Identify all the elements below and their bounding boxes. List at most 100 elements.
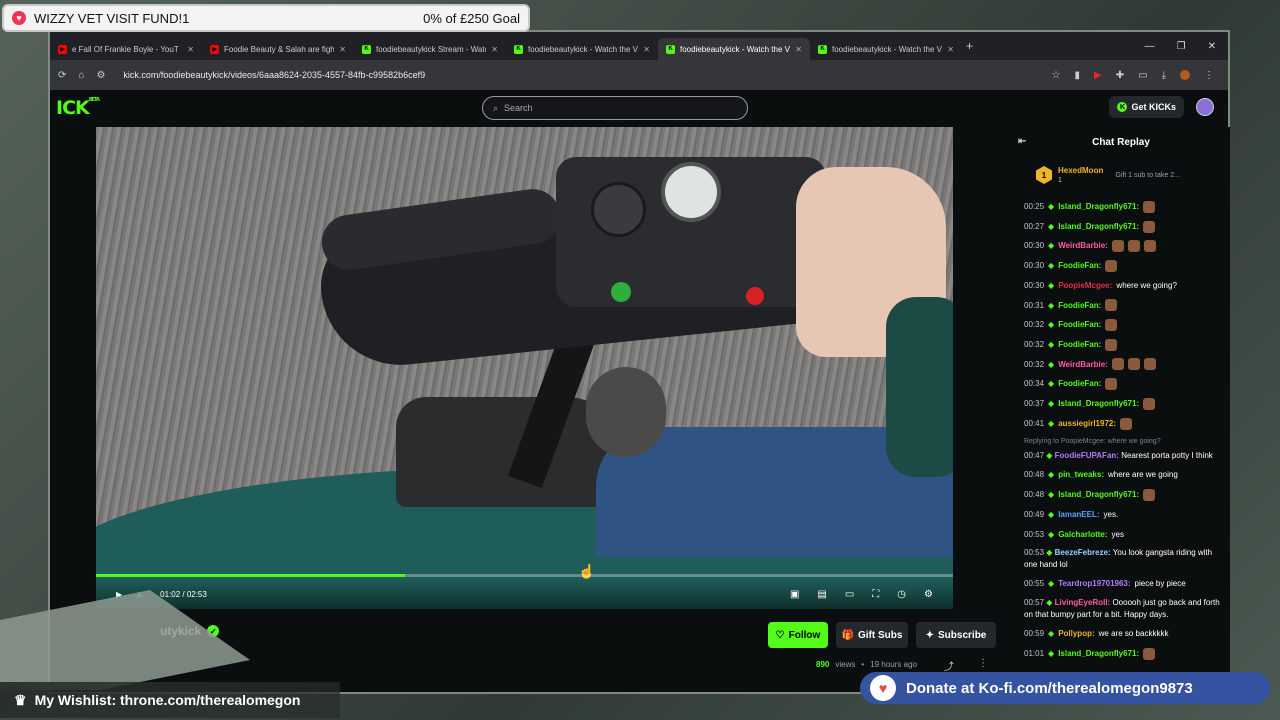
chat-message[interactable]: 00:34 ◆ FoodieFan: — [1024, 374, 1224, 394]
emote-icon — [1105, 319, 1118, 332]
chat-message[interactable]: 00:53 ◆ Galcharlotte: yes — [1024, 525, 1224, 545]
chat-message[interactable]: 00:48 ◆ Island_Dragonfly671: — [1024, 485, 1224, 505]
gift-icon: 🎁 — [841, 629, 854, 641]
message-username[interactable]: FoodieFUPAFan: — [1055, 451, 1119, 460]
message-username[interactable]: PoopieMcgee: — [1058, 276, 1112, 296]
fullscreen-icon[interactable]: ⛶ — [872, 589, 879, 600]
emote-icon — [1143, 240, 1156, 253]
emote-icon — [1143, 488, 1156, 501]
message-username[interactable]: FoodieFan: — [1058, 315, 1101, 335]
message-username[interactable]: pin_tweaks: — [1058, 465, 1104, 485]
youtube-extension-icon[interactable]: ▶ — [1094, 70, 1102, 81]
chat-message[interactable]: 00:30 ◆ WeirdBarbie: — [1024, 236, 1224, 256]
message-username[interactable]: Island_Dragonfly671: — [1058, 197, 1139, 217]
seek-bar[interactable] — [96, 574, 953, 577]
maximize-icon[interactable]: ❐ — [1177, 41, 1186, 52]
message-username[interactable]: FoodieFan: — [1058, 296, 1101, 316]
chat-message[interactable]: 00:32 ◆ FoodieFan: — [1024, 335, 1224, 355]
search-input[interactable]: ⌕ Search — [482, 96, 748, 120]
message-username[interactable]: Teardrop19701963: — [1058, 574, 1130, 594]
more-options-icon[interactable]: ⋮ — [978, 658, 988, 669]
message-username[interactable]: FoodieFan: — [1058, 335, 1101, 355]
pinned-gifter[interactable]: 1 HexedMoon 1 Gift 1 sub to take 2... — [1012, 157, 1230, 193]
chat-message[interactable]: 01:01 ◆ Island_Dragonfly671: — [1024, 644, 1224, 664]
subscribe-button[interactable]: ✦ Subscribe — [916, 622, 996, 648]
new-tab-icon[interactable]: + — [966, 39, 973, 53]
close-tab-icon[interactable]: ✕ — [947, 45, 954, 54]
chat-message[interactable]: 00:32 ◆ WeirdBarbie: — [1024, 355, 1224, 375]
video-player[interactable]: ☝ ▶ 🔈 01:02 / 02:53 ▣ ▤ ▭ ⛶ ◷ ⚙ — [96, 127, 953, 609]
close-tab-icon[interactable]: ✕ — [339, 45, 346, 54]
chat-message[interactable]: 00:53 ◆ BeezeFebreze: You look gangsta r… — [1024, 544, 1224, 574]
chat-message[interactable]: 00:27 ◆ Island_Dragonfly671: — [1024, 217, 1224, 237]
message-username[interactable]: Pollypop: — [1058, 624, 1094, 644]
profile-avatar-icon[interactable] — [1180, 70, 1190, 80]
url-field[interactable]: kick.com/foodiebeautykick/videos/6aaa862… — [123, 70, 425, 80]
sidebar-icon[interactable]: ▭ — [1138, 70, 1147, 81]
message-username[interactable]: FoodieFan: — [1058, 256, 1101, 276]
home-icon[interactable]: ⌂ — [78, 70, 84, 81]
miniplayer-icon[interactable]: ▣ — [790, 589, 799, 600]
chat-message[interactable]: 00:59 ◆ Pollypop: we are so backkkkk — [1024, 624, 1224, 644]
message-username[interactable]: Galcharlotte: — [1058, 525, 1107, 545]
chat-message[interactable]: 00:48 ◆ pin_tweaks: where are we going — [1024, 465, 1224, 485]
chat-message[interactable]: 00:57 ◆ LivingEyeRoll: Oooooh just go ba… — [1024, 594, 1224, 624]
kick-logo[interactable]: ICKBETA — [56, 97, 100, 119]
settings-gear-icon[interactable]: ⚙ — [924, 589, 933, 600]
share-icon[interactable]: ⤴ — [944, 658, 954, 673]
chat-message[interactable]: 00:30 ◆ FoodieFan: — [1024, 256, 1224, 276]
message-username[interactable]: Island_Dragonfly671: — [1058, 217, 1139, 237]
browser-tab[interactable]: Kfoodiebeautykick Stream - Watc ✕ — [354, 38, 506, 60]
message-username[interactable]: lamanEEL: — [1058, 505, 1099, 525]
chat-message[interactable]: 00:32 ◆ FoodieFan: — [1024, 315, 1224, 335]
extension-icon[interactable]: ▮ — [1075, 70, 1081, 81]
message-username[interactable]: WeirdBarbie: — [1058, 236, 1108, 256]
browser-menu-icon[interactable]: ⋮ — [1204, 70, 1214, 81]
chat-message[interactable]: 00:49 ◆ lamanEEL: yes. — [1024, 505, 1224, 525]
close-tab-icon[interactable]: ✕ — [187, 45, 194, 54]
puzzle-extensions-icon[interactable]: ✚ — [1116, 70, 1124, 81]
chat-message[interactable]: 00:41 ◆ aussiegirl1972: — [1024, 414, 1224, 434]
download-icon[interactable]: ⤓ — [1162, 70, 1166, 81]
clip-icon[interactable]: ▤ — [817, 589, 826, 600]
message-username[interactable]: Island_Dragonfly671: — [1058, 644, 1139, 664]
reload-icon[interactable]: ⟳ — [58, 70, 66, 81]
message-username[interactable]: WeirdBarbie: — [1058, 355, 1108, 375]
close-window-icon[interactable]: ✕ — [1208, 41, 1216, 52]
site-info-icon[interactable]: ⚙ — [96, 70, 105, 81]
message-username[interactable]: aussiegirl1972: — [1058, 414, 1116, 434]
speed-icon[interactable]: ◷ — [897, 589, 906, 600]
chat-message[interactable]: 00:25 ◆ Island_Dragonfly671: — [1024, 197, 1224, 217]
message-username[interactable]: FoodieFan: — [1058, 374, 1101, 394]
chat-message[interactable]: 00:47 ◆ FoodieFUPAFan: Nearest porta pot… — [1024, 447, 1224, 465]
get-kicks-button[interactable]: K Get KICKs — [1109, 96, 1184, 118]
theater-mode-icon[interactable]: ▭ — [845, 589, 854, 600]
bookmark-star-icon[interactable]: ☆ — [1052, 70, 1061, 81]
chat-message[interactable]: 00:30 ◆ PoopieMcgee: where we going? — [1024, 276, 1224, 296]
message-timestamp: 00:49 — [1024, 509, 1045, 519]
chat-message[interactable]: 00:37 ◆ Island_Dragonfly671: — [1024, 394, 1224, 414]
emote-icon — [1143, 397, 1156, 410]
browser-tab[interactable]: Kfoodiebeautykick - Watch the V ✕ — [810, 38, 962, 60]
chat-message[interactable]: 00:31 ◆ FoodieFan: — [1024, 296, 1224, 316]
minimize-icon[interactable]: — — [1145, 41, 1155, 52]
browser-tab[interactable]: ▶ e Fall Of Frankie Boyle - YouT ✕ — [50, 38, 202, 60]
message-username[interactable]: Island_Dragonfly671: — [1058, 394, 1139, 414]
message-username[interactable]: BeezeFebreze: — [1055, 548, 1111, 557]
browser-tab[interactable]: Kfoodiebeautykick - Watch the V ✕ — [658, 38, 810, 60]
mouse-cursor-icon: ☝ — [578, 563, 596, 579]
browser-tab[interactable]: Kfoodiebeautykick - Watch the V ✕ — [506, 38, 658, 60]
close-tab-icon[interactable]: ✕ — [643, 45, 650, 54]
gift-subs-button[interactable]: 🎁 Gift Subs — [836, 622, 908, 648]
close-tab-icon[interactable]: ✕ — [491, 45, 498, 54]
close-tab-icon[interactable]: ✕ — [795, 45, 802, 54]
chat-title: Chat Replay — [1092, 136, 1150, 148]
chat-message[interactable]: 00:55 ◆ Teardrop19701963: piece by piece — [1024, 574, 1224, 594]
user-avatar[interactable] — [1196, 98, 1214, 116]
follow-button[interactable]: ♡ Follow — [768, 622, 828, 648]
message-username[interactable]: LivingEyeRoll: — [1055, 598, 1111, 607]
collapse-chat-icon[interactable]: ⇤ — [1018, 136, 1026, 147]
browser-tab[interactable]: ▶ Foodie Beauty & Salah are fight ✕ — [202, 38, 354, 60]
message-timestamp: 00:32 — [1024, 359, 1045, 369]
message-username[interactable]: Island_Dragonfly671: — [1058, 485, 1139, 505]
